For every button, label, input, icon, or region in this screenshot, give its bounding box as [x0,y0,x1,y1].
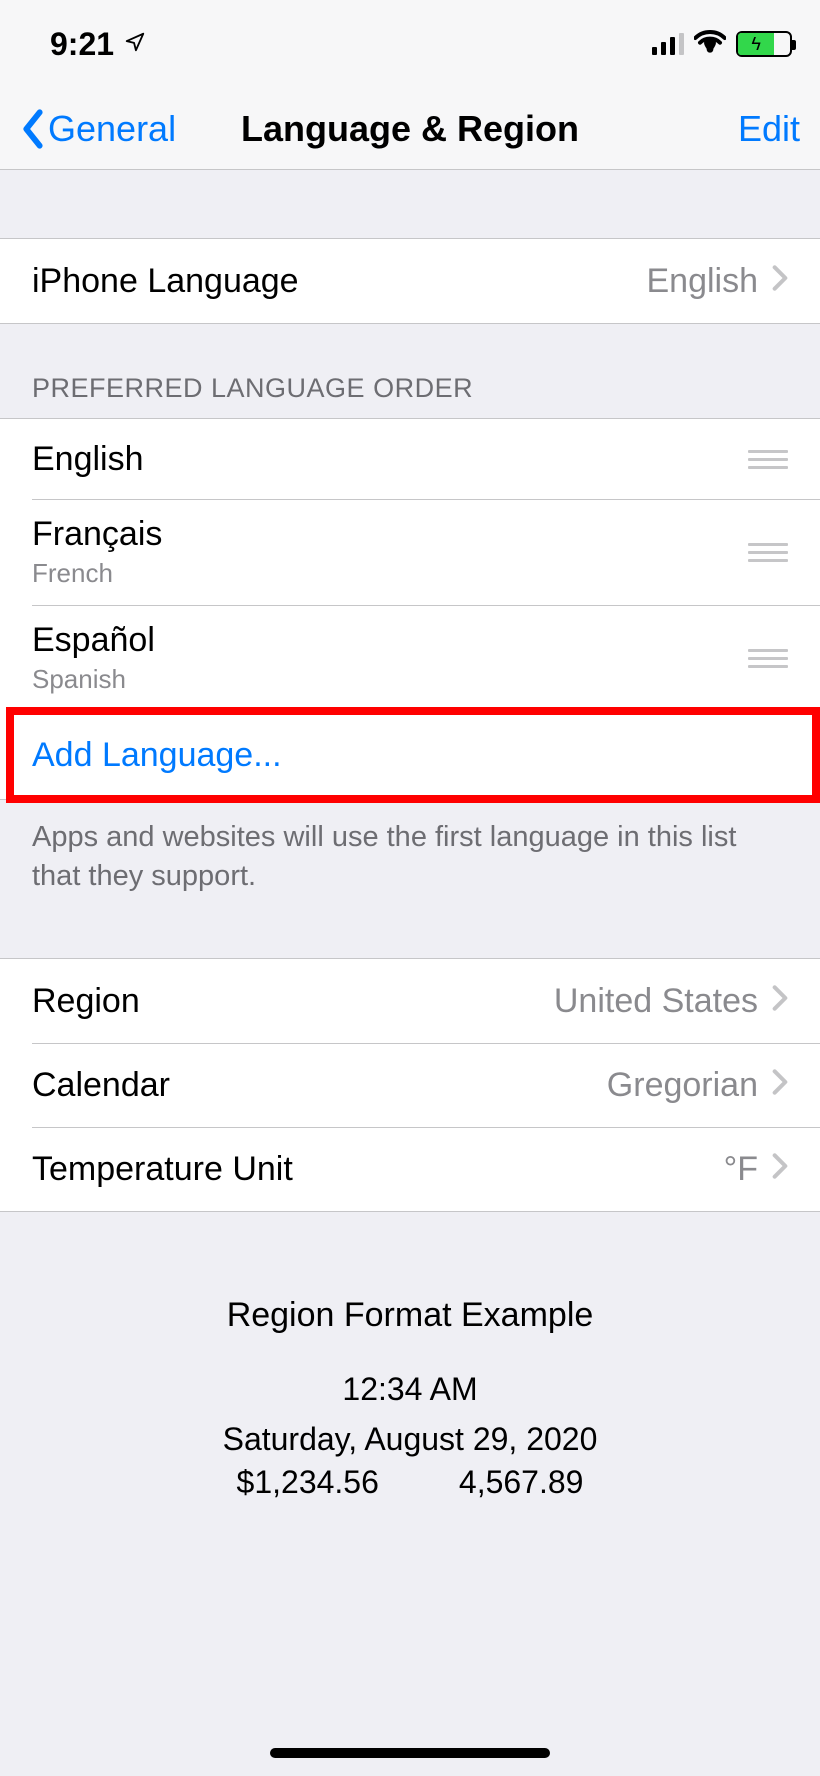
calendar-label: Calendar [32,1066,170,1105]
region-row[interactable]: Region United States [0,959,820,1043]
language-row-espanol[interactable]: Español Spanish [0,605,820,711]
region-format-currency: $1,234.56 [237,1464,379,1501]
reorder-handle-icon[interactable] [748,450,788,469]
language-name: Français [32,515,162,554]
battery-icon: ϟ [736,31,792,57]
nav-bar: General Language & Region Edit [0,88,820,170]
preferred-language-header: PREFERRED LANGUAGE ORDER [0,373,505,418]
language-row-english[interactable]: English [0,419,820,499]
region-format-numbers: $1,234.56 4,567.89 [0,1464,820,1501]
temperature-row[interactable]: Temperature Unit °F [0,1127,820,1211]
region-label: Region [32,982,140,1021]
language-name: English [32,440,144,479]
back-label: General [48,108,176,150]
reorder-handle-icon[interactable] [748,649,788,668]
calendar-value: Gregorian [607,1066,788,1105]
page-title: Language & Region [241,108,579,150]
add-language-row[interactable]: Add Language... [0,711,820,799]
reorder-handle-icon[interactable] [748,543,788,562]
region-settings-group: Region United States Calendar Gregorian … [0,958,820,1212]
region-format-number: 4,567.89 [459,1464,584,1501]
chevron-right-icon [772,1066,788,1105]
preferred-languages-group: English Français French Español Spanish … [0,418,820,800]
location-icon [124,31,146,58]
region-format-example: Region Format Example 12:34 AM Saturday,… [0,1296,820,1501]
home-indicator[interactable] [270,1748,550,1758]
charging-icon: ϟ [751,35,761,53]
status-time: 9:21 [50,26,114,63]
region-format-date: Saturday, August 29, 2020 [0,1415,820,1465]
chevron-right-icon [772,982,788,1021]
status-bar: 9:21 ϟ [0,0,820,88]
iphone-language-label: iPhone Language [32,262,299,301]
language-name: Español [32,621,155,660]
preferred-language-footer: Apps and websites will use the first lan… [0,800,820,896]
back-button[interactable]: General [20,108,241,150]
temperature-label: Temperature Unit [32,1150,293,1189]
chevron-right-icon [772,262,788,301]
chevron-right-icon [772,1150,788,1189]
wifi-icon [694,30,726,59]
edit-button[interactable]: Edit [579,108,800,150]
language-subtitle: Spanish [32,664,155,695]
language-row-francais[interactable]: Français French [0,499,820,605]
region-value: United States [554,982,788,1021]
language-subtitle: French [32,558,162,589]
cellular-icon [652,33,684,55]
iphone-language-row[interactable]: iPhone Language English [0,239,820,323]
region-format-title: Region Format Example [0,1296,820,1335]
add-language-label: Add Language... [32,736,282,775]
temperature-value: °F [724,1150,788,1189]
iphone-language-value: English [646,262,788,301]
status-right: ϟ [652,30,792,59]
status-left: 9:21 [50,26,146,63]
region-format-time: 12:34 AM [0,1365,820,1415]
calendar-row[interactable]: Calendar Gregorian [0,1043,820,1127]
iphone-language-group: iPhone Language English [0,238,820,324]
